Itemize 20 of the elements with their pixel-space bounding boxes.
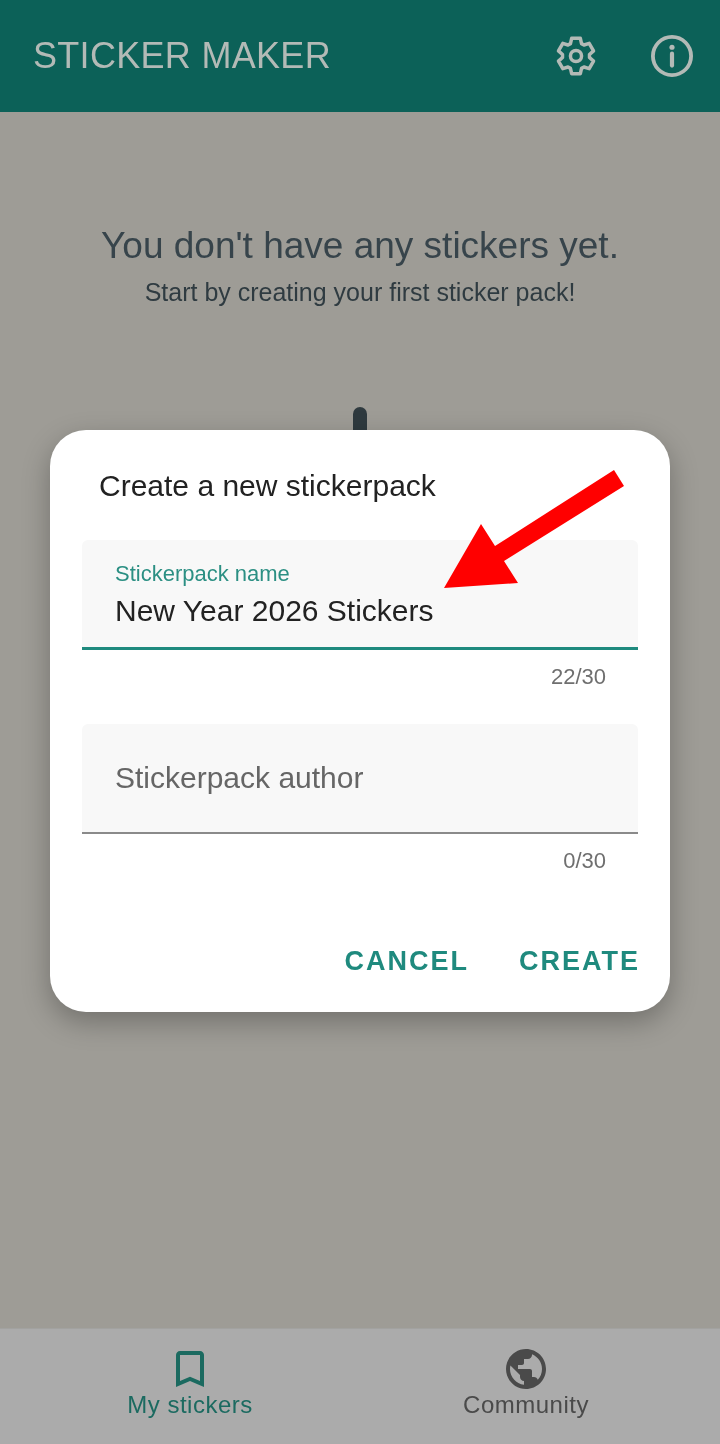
app-title: STICKER MAKER [33,35,332,77]
text-field[interactable]: Stickerpack name New Year 2026 Stickers [82,540,638,650]
character-counter: 22/30 [550,663,606,691]
bookmark-icon [176,1351,204,1387]
text-field[interactable]: Stickerpack author [82,724,638,834]
settings-icon[interactable] [556,36,596,76]
empty-state-title: You don't have any stickers yet. [101,224,619,268]
nav-tab[interactable]: My stickers [22,1329,358,1444]
dialog-button[interactable]: CANCEL [336,933,475,989]
globe-icon [506,1349,546,1389]
field-label: Stickerpack name [115,560,291,588]
info-icon[interactable] [651,35,693,77]
text-input[interactable]: New Year 2026 Stickers [115,593,606,629]
dialog-button[interactable]: CREATE [511,933,646,989]
text-input[interactable]: Stickerpack author [115,760,606,796]
illustration-drawing [353,407,367,430]
dialog-title: Create a new stickerpack [98,468,437,504]
nav-tab[interactable]: Community [358,1329,694,1444]
empty-state-subtitle: Start by creating your first sticker pack! [144,277,576,307]
character-counter: 0/30 [563,847,606,875]
